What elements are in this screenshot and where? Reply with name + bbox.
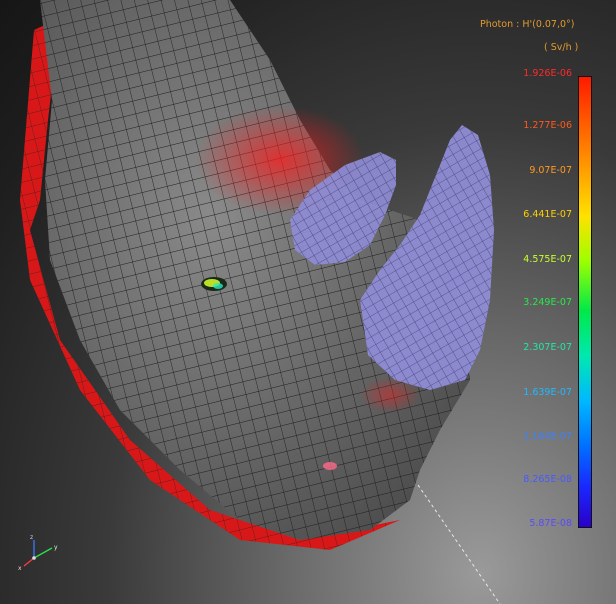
- legend-unit: ( Sv/h ): [544, 42, 579, 53]
- nostril: [323, 462, 337, 470]
- legend-title: Photon : H'(0.07,0°): [480, 19, 575, 30]
- legend-tick: 4.575E-07: [523, 254, 572, 265]
- 3d-viewport[interactable]: Photon : H'(0.07,0°) ( Sv/h ) 1.926E-06 …: [0, 0, 616, 604]
- legend-tick: 1.164E-07: [523, 431, 572, 442]
- legend-tick: 2.307E-07: [523, 342, 572, 353]
- axis-z-label: z: [30, 534, 33, 541]
- legend-tick: 5.87E-08: [529, 518, 572, 529]
- legend-tick: 1.277E-06: [523, 120, 572, 131]
- legend-tick: 9.07E-07: [529, 165, 572, 176]
- legend-tick: 1.926E-06: [523, 68, 572, 79]
- axis-y-label: y: [54, 544, 58, 551]
- legend-tick: 1.639E-07: [523, 387, 572, 398]
- dashed-measure-line: [417, 484, 501, 604]
- legend-tick: 8.265E-08: [523, 474, 572, 485]
- legend-tick: 6.441E-07: [523, 209, 572, 220]
- color-scale-bar: [578, 76, 592, 528]
- legend-tick: 3.249E-07: [523, 297, 572, 308]
- axis-triad-icon: z y x: [18, 534, 58, 572]
- axis-x-label: x: [18, 565, 22, 572]
